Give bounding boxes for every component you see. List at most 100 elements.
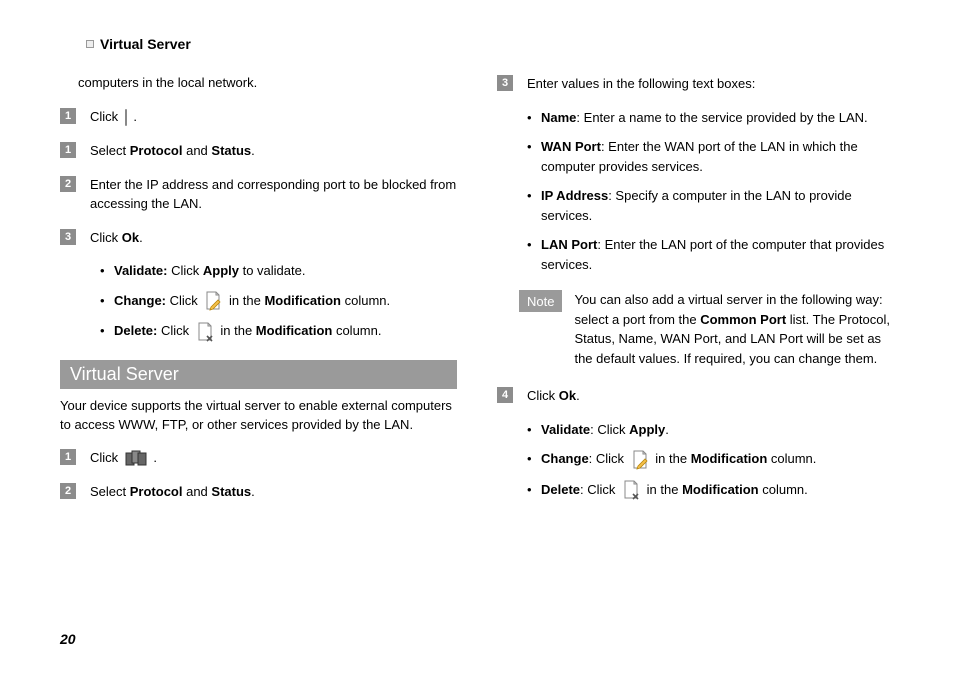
header-square-icon [86, 40, 94, 48]
ok-sub-bullets: Validate: Click Apply to validate. Chang… [100, 261, 457, 342]
step4-click-ok: 4 Click Ok. [497, 386, 894, 406]
bullet-delete: Delete: Click in the Modification column… [100, 321, 457, 342]
bullet-change-2: Change: Click in the Modification column… [527, 449, 894, 470]
bullet-name: Name: Enter a name to the service provid… [527, 108, 894, 128]
servers-icon [125, 450, 147, 468]
bold: Delete: [114, 323, 157, 338]
text: to validate. [239, 263, 306, 278]
text: . [576, 388, 580, 403]
text: . [133, 109, 137, 124]
text: Click [527, 388, 559, 403]
step4-sub-bullets: Validate: Click Apply. Change: Click in … [527, 420, 894, 501]
bullet-validate-2: Validate: Click Apply. [527, 420, 894, 440]
step-body: Click . [90, 107, 457, 127]
bold: Change [541, 451, 589, 466]
text: . [251, 484, 255, 499]
note-block: Note You can also add a virtual server i… [519, 290, 894, 368]
bold: Modification [264, 293, 341, 308]
bold: Validate [541, 422, 590, 437]
bold: LAN Port [541, 237, 597, 252]
bold: Name [541, 110, 576, 125]
bold: Protocol [130, 484, 183, 499]
text: . [665, 422, 669, 437]
text: in the [647, 482, 682, 497]
step-number: 2 [60, 483, 76, 499]
bold: Apply [203, 263, 239, 278]
right-column: 3 Enter values in the following text box… [497, 74, 894, 516]
text: column. [341, 293, 390, 308]
text: Click [166, 293, 201, 308]
text: column. [332, 323, 381, 338]
edit-doc-icon [631, 450, 649, 470]
text: column. [759, 482, 808, 497]
text: . [153, 450, 157, 465]
step-number: 1 [60, 142, 76, 158]
step-body: Click Ok. [90, 228, 457, 248]
step-enter-values: 3 Enter values in the following text box… [497, 74, 894, 94]
bullet-ip-address: IP Address: Specify a computer in the LA… [527, 186, 894, 225]
page-header: Virtual Server [60, 36, 894, 52]
step-body: Click Ok. [527, 386, 894, 406]
step-number: 1 [60, 108, 76, 124]
step-number: 2 [60, 176, 76, 192]
field-bullets: Name: Enter a name to the service provid… [527, 108, 894, 275]
text: Click [157, 323, 192, 338]
step-enter-ip: 2 Enter the IP address and corresponding… [60, 175, 457, 214]
text: : Click [589, 451, 628, 466]
note-label: Note [519, 290, 562, 312]
header-title: Virtual Server [100, 36, 191, 52]
step-number: 1 [60, 449, 76, 465]
step-number: 3 [497, 75, 513, 91]
bold: IP Address [541, 188, 608, 203]
bullet-lan-port: LAN Port: Enter the LAN port of the comp… [527, 235, 894, 274]
text: . [139, 230, 143, 245]
bold: Modification [691, 451, 768, 466]
menu-icon [125, 108, 127, 128]
step-select-protocol: 1 Select Protocol and Status. [60, 141, 457, 161]
text: Select [90, 143, 130, 158]
step-body: Enter the IP address and corresponding p… [90, 175, 457, 214]
bold: Status [211, 484, 251, 499]
text: in the [220, 323, 255, 338]
text: and [182, 484, 211, 499]
step-click-1: 1 Click . [60, 107, 457, 127]
step-number: 3 [60, 229, 76, 245]
text: Click [90, 230, 122, 245]
vs-step-click: 1 Click . [60, 448, 457, 468]
text: and [182, 143, 211, 158]
bold: Protocol [130, 143, 183, 158]
text: : Click [580, 482, 619, 497]
bullet-change: Change: Click in the Modification column… [100, 291, 457, 312]
bold: WAN Port [541, 139, 601, 154]
bold: Common Port [700, 312, 786, 327]
text: Click [90, 109, 122, 124]
bullet-wan-port: WAN Port: Enter the WAN port of the LAN … [527, 137, 894, 176]
bold: Status [211, 143, 251, 158]
vs-step-select: 2 Select Protocol and Status. [60, 482, 457, 502]
delete-doc-icon [622, 480, 640, 500]
bold: Ok [559, 388, 576, 403]
intro-text: computers in the local network. [60, 74, 457, 93]
page-number: 20 [60, 631, 76, 647]
step-click-ok: 3 Click Ok. [60, 228, 457, 248]
section-intro: Your device supports the virtual server … [60, 397, 457, 435]
text: column. [767, 451, 816, 466]
content-columns: computers in the local network. 1 Click … [60, 74, 894, 516]
text: : Enter a name to the service provided b… [576, 110, 867, 125]
bullet-delete-2: Delete: Click in the Modification column… [527, 480, 894, 501]
delete-doc-icon [196, 322, 214, 342]
step-body: Select Protocol and Status. [90, 141, 457, 161]
text: in the [655, 451, 690, 466]
bold: Modification [682, 482, 759, 497]
text: Click [167, 263, 202, 278]
section-banner-virtual-server: Virtual Server [60, 360, 457, 389]
bold: Apply [629, 422, 665, 437]
step-body: Select Protocol and Status. [90, 482, 457, 502]
bold: Validate: [114, 263, 167, 278]
step-number: 4 [497, 387, 513, 403]
bullet-validate: Validate: Click Apply to validate. [100, 261, 457, 281]
bold: Delete [541, 482, 580, 497]
text: Click [90, 450, 122, 465]
step-body: Click . [90, 448, 457, 468]
bold: Modification [256, 323, 333, 338]
